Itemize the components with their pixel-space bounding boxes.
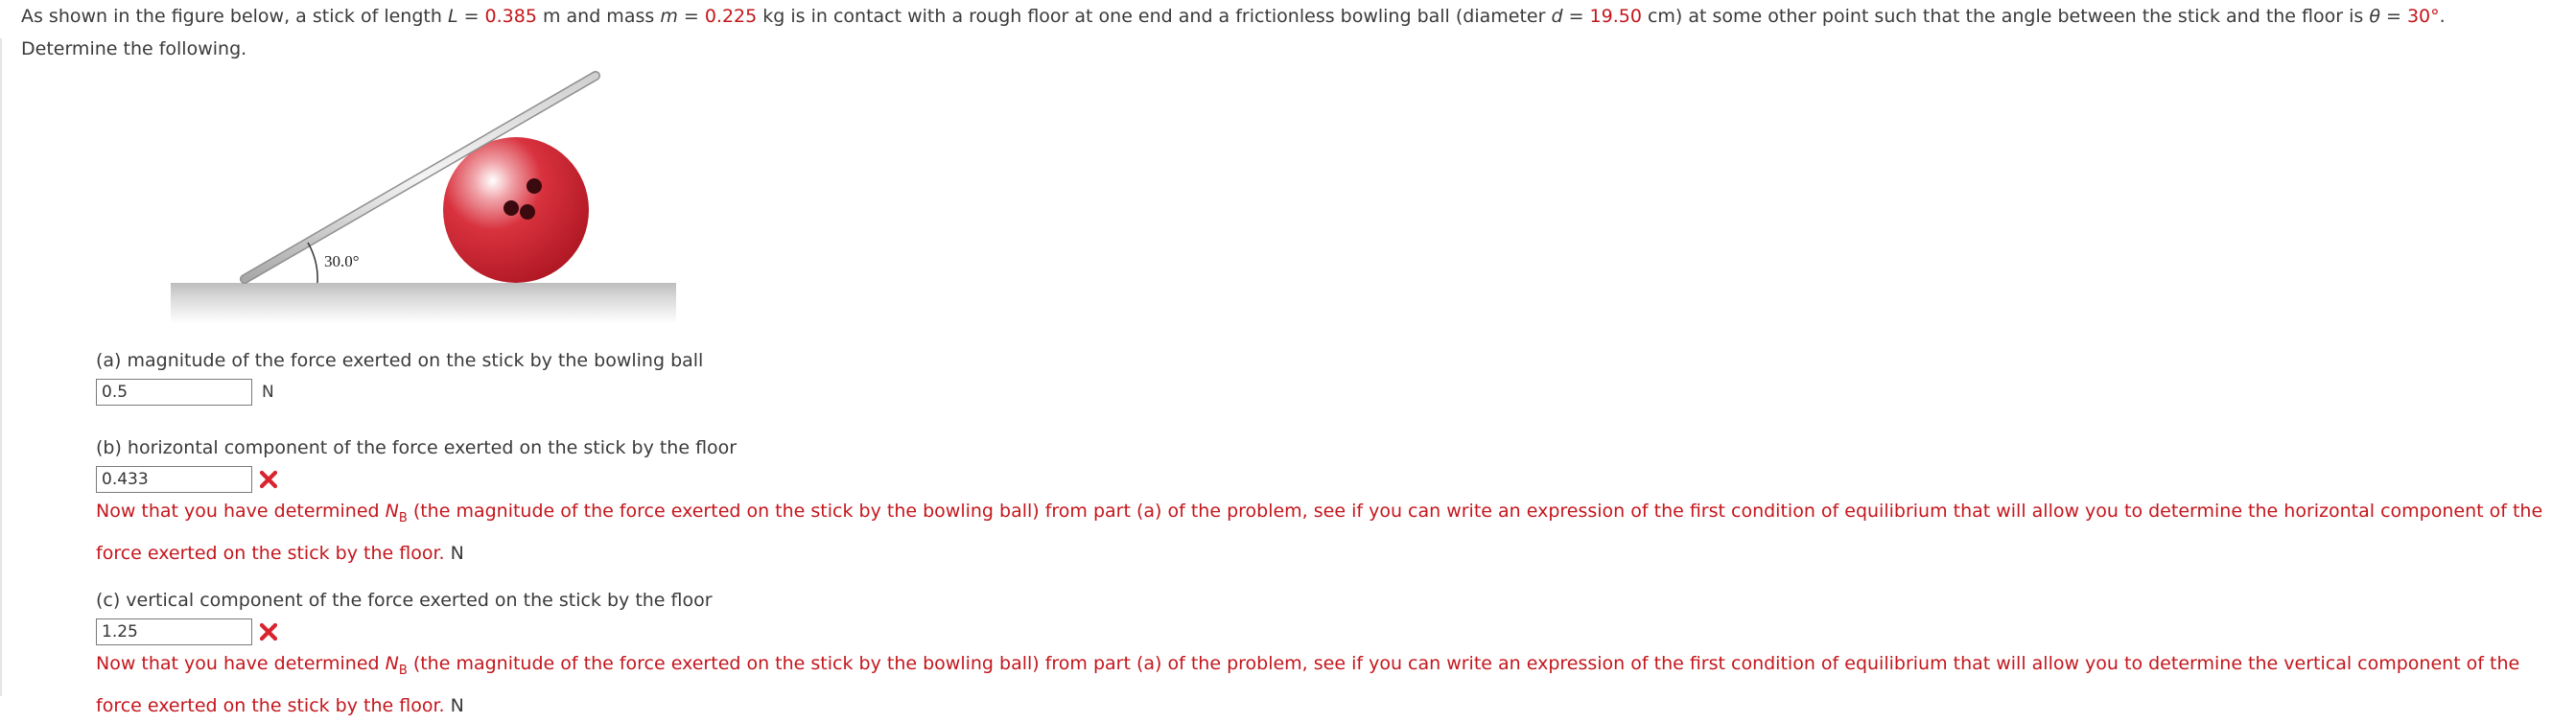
part-b: (b) horizontal component of the force ex… [96, 436, 2551, 571]
angle-label: 30.0° [324, 252, 360, 270]
part-c-answer-input[interactable] [96, 618, 252, 645]
instruction-line: Determine the following. [21, 38, 247, 59]
angle-value: 30° [2406, 6, 2440, 27]
angle-arc [307, 242, 318, 284]
left-rule [0, 38, 2, 696]
diameter-value: 19.50 [1589, 6, 1642, 27]
part-b-question: (b) horizontal component of the force ex… [96, 437, 738, 458]
incorrect-x-icon [259, 622, 278, 641]
part-a-answer-input[interactable] [96, 379, 252, 406]
mass-value: 0.225 [704, 6, 758, 27]
part-c-feedback: Now that you have determined NB (the mag… [96, 653, 2520, 716]
finger-hole [520, 204, 535, 220]
part-b-feedback: Now that you have determined NB (the mag… [96, 501, 2543, 564]
length-value: 0.385 [484, 6, 537, 27]
problem-figure: 30.0° [168, 65, 686, 326]
finger-hole [527, 178, 542, 194]
incorrect-x-icon [259, 470, 278, 489]
finger-hole [503, 200, 519, 216]
part-c-question: (c) vertical component of the force exer… [96, 590, 713, 611]
part-c: (c) vertical component of the force exer… [96, 589, 2551, 723]
part-a-question: (a) magnitude of the force exerted on th… [96, 350, 704, 371]
part-b-answer-input[interactable] [96, 466, 252, 493]
floor [171, 283, 676, 323]
part-a: (a) magnitude of the force exerted on th… [96, 349, 703, 407]
part-b-unit: N [450, 542, 464, 564]
problem-statement: As shown in the figure below, a stick of… [21, 6, 2446, 59]
part-c-unit: N [450, 694, 464, 716]
part-a-unit: N [262, 383, 274, 402]
